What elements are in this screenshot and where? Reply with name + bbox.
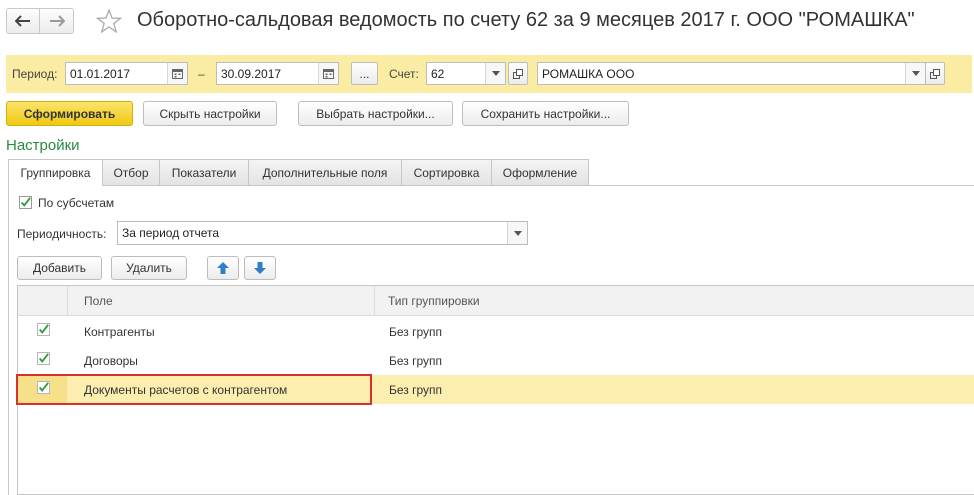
column-divider	[67, 286, 68, 316]
row-field: Договоры	[84, 354, 138, 368]
checkmark-icon	[38, 353, 49, 363]
period-label: Период:	[12, 67, 58, 81]
panel-border	[8, 185, 9, 495]
tab-grouping[interactable]: Группировка	[8, 159, 103, 186]
chevron-down-icon	[513, 230, 522, 236]
calendar-icon	[172, 69, 183, 79]
parameter-bar: Период: 01.01.2017 – 30.09.2017 ... Счет…	[6, 55, 972, 93]
by-subaccounts-checkbox[interactable]	[19, 196, 32, 209]
periodicity-select[interactable]: За период отчета	[117, 221, 528, 245]
chevron-down-icon	[911, 71, 920, 76]
hide-settings-button[interactable]: Скрыть настройки	[143, 101, 277, 126]
open-icon	[513, 68, 523, 79]
settings-tabs: Группировка Отбор Показатели Дополнитель…	[8, 159, 589, 186]
organization-value: РОМАШКА ООО	[542, 67, 635, 81]
choose-settings-button[interactable]: Выбрать настройки...	[298, 101, 453, 126]
date-to-calendar-button[interactable]	[318, 63, 338, 84]
account-dropdown-button[interactable]	[485, 63, 505, 84]
tab-sorting[interactable]: Сортировка	[402, 159, 492, 186]
column-header-field[interactable]: Поле	[84, 294, 113, 308]
tab-divider	[102, 185, 974, 186]
checkmark-icon	[38, 324, 49, 334]
tab-filter[interactable]: Отбор	[103, 159, 160, 186]
row-checkbox[interactable]	[37, 352, 50, 365]
move-up-button[interactable]	[207, 256, 239, 280]
open-icon	[930, 68, 940, 79]
organization-open-button[interactable]	[925, 62, 945, 85]
row-type: Без групп	[389, 383, 443, 397]
ellipsis-label: ...	[359, 66, 370, 81]
tab-indicators[interactable]: Показатели	[160, 159, 249, 186]
account-field[interactable]: 62	[426, 62, 506, 85]
account-label: Счет:	[389, 67, 419, 81]
calendar-icon	[323, 69, 334, 79]
row-type: Без групп	[389, 354, 443, 368]
tab-additional-fields[interactable]: Дополнительные поля	[249, 159, 402, 186]
row-field: Контрагенты	[84, 325, 155, 339]
periodicity-dropdown-button[interactable]	[507, 222, 527, 244]
table-row[interactable]: Контрагенты Без групп	[18, 317, 974, 346]
highlight-frame	[16, 374, 372, 405]
row-checkbox[interactable]	[37, 323, 50, 336]
account-open-button[interactable]	[508, 62, 528, 85]
star-icon	[95, 8, 123, 34]
arrow-right-icon	[49, 15, 65, 27]
date-to-field[interactable]: 30.09.2017	[216, 62, 339, 85]
table-header: Поле Тип группировки	[18, 286, 974, 316]
column-header-type[interactable]: Тип группировки	[388, 294, 480, 308]
row-type: Без групп	[389, 325, 443, 339]
organization-dropdown-button[interactable]	[905, 63, 925, 84]
period-dash: –	[198, 67, 205, 81]
favorite-button[interactable]	[95, 8, 123, 34]
chevron-down-icon	[491, 71, 500, 76]
choose-period-button[interactable]: ...	[351, 62, 378, 85]
save-settings-button[interactable]: Сохранить настройки...	[462, 101, 629, 126]
back-button[interactable]	[6, 8, 40, 34]
arrow-left-icon	[15, 15, 30, 27]
column-divider	[374, 286, 375, 316]
date-to-value: 30.09.2017	[221, 67, 282, 81]
date-from-value: 01.01.2017	[70, 67, 131, 81]
periodicity-label: Периодичность:	[17, 227, 107, 241]
checkmark-icon	[20, 197, 31, 207]
move-down-button[interactable]	[244, 256, 276, 280]
settings-title: Настройки	[6, 137, 80, 154]
periodicity-value: За период отчета	[122, 226, 220, 240]
generate-button[interactable]: Сформировать	[6, 101, 133, 126]
table-row[interactable]: Договоры Без групп	[18, 346, 974, 375]
by-subaccounts-label: По субсчетам	[38, 196, 115, 210]
date-from-field[interactable]: 01.01.2017	[65, 62, 188, 85]
organization-field[interactable]: РОМАШКА ООО	[537, 62, 926, 85]
tab-appearance[interactable]: Оформление	[492, 159, 589, 186]
account-value: 62	[431, 67, 445, 81]
arrow-down-icon	[254, 262, 266, 274]
add-button[interactable]: Добавить	[17, 256, 102, 280]
date-from-calendar-button[interactable]	[167, 63, 187, 84]
arrow-up-icon	[217, 262, 229, 274]
page-title: Оборотно-сальдовая ведомость по счету 62…	[137, 9, 915, 31]
title-bar: Оборотно-сальдовая ведомость по счету 62…	[0, 0, 974, 46]
delete-button[interactable]: Удалить	[111, 256, 187, 280]
forward-button[interactable]	[40, 8, 74, 34]
